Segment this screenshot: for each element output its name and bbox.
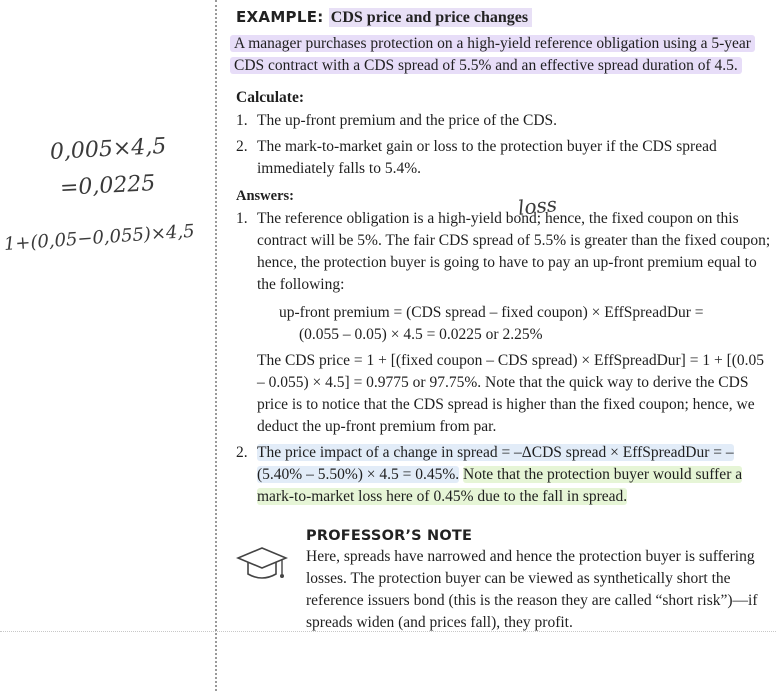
handwritten-note-2: =0,0225 [59,171,156,201]
intro-highlight: A manager purchases protection on a high… [230,35,755,74]
professor-note-text: Here, spreads have narrowed and hence th… [306,548,758,631]
example-title: EXAMPLE: CDS price and price changes [236,8,772,27]
list-item: 2. The mark-to-market gain or loss to th… [236,138,717,177]
example-title-text: CDS price and price changes [328,8,533,27]
margin-divider [215,0,217,691]
list-item: 1. The up-front premium and the price of… [236,112,558,129]
answers-list: 1. The reference obligation is a high-yi… [236,208,772,508]
handwritten-note-1: 0,005×4,5 [49,133,167,165]
answer-item-1: 1. The reference obligation is a high-yi… [236,208,772,438]
graduation-cap-icon [236,547,288,579]
professor-note: PROFESSOR’S NOTE Here, spreads have narr… [236,528,772,634]
example-label: EXAMPLE: [236,8,324,26]
professor-note-heading: PROFESSOR’S NOTE [306,528,473,544]
cds-price-text: The CDS price = 1 + [(fixed coupon – CDS… [257,352,765,435]
upfront-premium-formula: up-front premium = (CDS spread – fixed c… [279,304,704,343]
answers-heading: Answers: [236,188,294,204]
calculate-heading: Calculate: [236,89,305,106]
calculate-list: 1. The up-front premium and the price of… [236,110,772,180]
example-intro: A manager purchases protection on a high… [230,33,772,77]
example-content: EXAMPLE: CDS price and price changes A m… [230,8,772,634]
answer-item-2: 2. The price impact of a change in sprea… [236,444,743,505]
answer-1-text: The reference obligation is a high-yield… [257,210,771,293]
handwritten-note-3: 1+(0,05−0,055)×4,5 [3,220,196,255]
